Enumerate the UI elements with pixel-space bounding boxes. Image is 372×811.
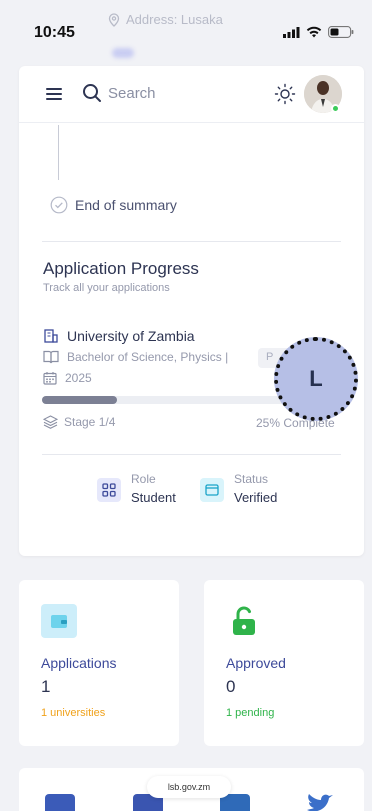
check-circle-icon	[50, 196, 68, 214]
main-card	[19, 66, 364, 556]
calendar-icon	[43, 372, 57, 385]
approved-title: Approved	[226, 655, 286, 671]
role-value: Student	[131, 490, 176, 505]
progress-bar-fill	[42, 396, 117, 404]
timeline-line	[58, 125, 59, 180]
status-info: Status Verified	[200, 472, 277, 505]
program-row: Bachelor of Science, Physics |	[43, 350, 228, 364]
status-value: Verified	[234, 490, 278, 505]
application-year: 2025	[65, 371, 92, 385]
status-label: Status	[234, 472, 269, 486]
url-pill: lsb.gov.zm	[147, 776, 231, 798]
applications-count: 1	[41, 677, 51, 696]
search-input[interactable]: Search	[108, 85, 156, 102]
role-label: Role	[131, 472, 156, 486]
grid-icon	[97, 478, 121, 502]
applications-title: Applications	[41, 655, 117, 671]
end-of-summary: End of summary	[50, 196, 177, 214]
top-bar: Search	[19, 66, 364, 123]
nav-indicator	[112, 48, 134, 58]
location-pin-icon	[108, 12, 120, 27]
university-row[interactable]: University of Zambia	[43, 328, 195, 344]
divider	[42, 241, 341, 242]
signal-icon	[283, 26, 300, 38]
floating-letter-badge[interactable]: L	[274, 337, 358, 421]
program-name: Bachelor of Science, Physics |	[67, 350, 229, 364]
building-icon	[44, 329, 58, 343]
hamburger-menu-icon[interactable]	[46, 88, 62, 100]
address-text: Address: Lusaka	[126, 12, 223, 27]
divider	[42, 454, 341, 455]
address-indicator: Address: Lusaka	[108, 12, 223, 27]
book-icon	[43, 350, 59, 364]
facebook-icon[interactable]	[45, 794, 75, 811]
role-info: Role Student	[97, 472, 176, 505]
year-row: 2025	[43, 371, 92, 385]
wallet-icon	[200, 478, 224, 502]
status-bar: 10:45 Address: Lusaka	[0, 0, 372, 58]
wallet-icon	[41, 604, 77, 638]
layers-icon	[43, 415, 58, 429]
wifi-icon	[306, 26, 322, 38]
stage-label: Stage 1/4	[64, 415, 116, 429]
approved-card[interactable]: Approved 0 1 pending	[204, 580, 364, 746]
unlock-icon	[226, 604, 262, 638]
theme-toggle-sun-icon[interactable]	[274, 83, 296, 105]
end-of-summary-label: End of summary	[75, 197, 177, 213]
system-icons	[283, 26, 354, 38]
clock: 10:45	[34, 24, 75, 41]
twitter-icon[interactable]	[305, 794, 335, 811]
stage-indicator: Stage 1/4	[43, 415, 115, 429]
applications-sub: 1 universities	[41, 707, 106, 719]
section-title: Application Progress	[43, 259, 199, 278]
approved-sub: 1 pending	[226, 707, 275, 719]
online-status-dot	[331, 104, 340, 113]
search-icon[interactable]	[82, 83, 102, 103]
university-name: University of Zambia	[67, 328, 195, 344]
section-subtitle: Track all your applications	[43, 282, 170, 294]
battery-icon	[328, 26, 354, 38]
applications-card[interactable]: Applications 1 1 universities	[19, 580, 179, 746]
approved-count: 0	[226, 677, 236, 696]
